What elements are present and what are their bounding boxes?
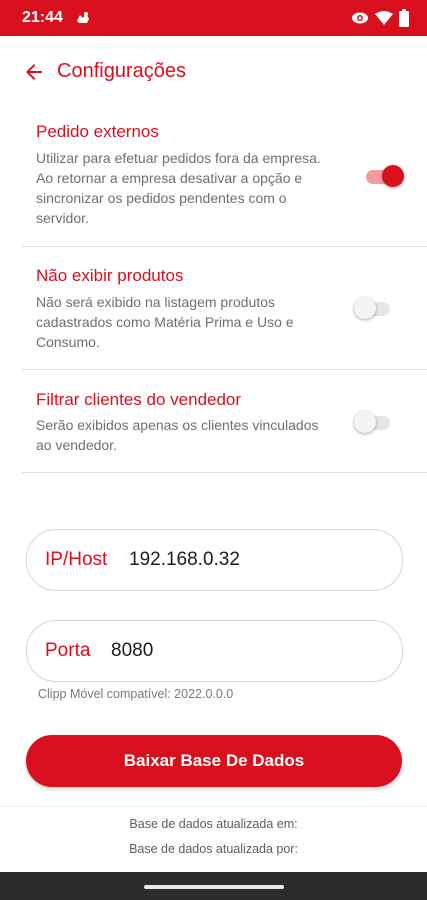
nao-exibir-produtos-toggle[interactable] bbox=[354, 296, 394, 320]
eye-icon bbox=[351, 11, 369, 30]
android-notification-icon bbox=[74, 9, 92, 27]
status-bar: 21:44 bbox=[0, 0, 427, 36]
ip-host-value[interactable]: 192.168.0.32 bbox=[129, 549, 240, 571]
setting-filtrar-clientes: Filtrar clientes do vendedor Serão exibi… bbox=[22, 390, 427, 473]
home-gesture-handle[interactable] bbox=[144, 885, 284, 889]
download-database-button[interactable]: Baixar Base De Dados bbox=[26, 735, 402, 787]
navigation-bar bbox=[0, 872, 427, 900]
porta-label: Porta bbox=[45, 640, 91, 661]
status-icons bbox=[351, 9, 409, 32]
battery-icon bbox=[399, 9, 409, 32]
toggle-thumb bbox=[354, 297, 376, 319]
setting-description: Utilizar para efetuar pedidos fora da em… bbox=[36, 150, 321, 226]
filtrar-clientes-toggle[interactable] bbox=[354, 410, 394, 434]
ip-host-label: IP/Host bbox=[45, 549, 108, 570]
wifi-icon bbox=[375, 11, 393, 30]
toggle-thumb bbox=[354, 411, 376, 433]
compat-version-text: Clipp Móvel compatível: 2022.0.0.0 bbox=[38, 687, 234, 701]
back-arrow-icon[interactable] bbox=[22, 60, 46, 84]
setting-description: Não será exibido na listagem produtos ca… bbox=[36, 294, 294, 350]
setting-pedido-externos: Pedido externos Utilizar para efetuar pe… bbox=[22, 122, 427, 247]
divider bbox=[0, 806, 427, 807]
updated-by-text: Base de dados atualizada por: bbox=[129, 842, 298, 856]
updated-at-text: Base de dados atualizada em: bbox=[129, 817, 298, 831]
setting-nao-exibir-produtos: Não exibir produtos Não será exibido na … bbox=[22, 266, 427, 370]
toggle-thumb bbox=[382, 165, 404, 187]
setting-title: Pedido externos bbox=[36, 122, 159, 141]
ip-host-field[interactable]: IP/Host 192.168.0.32 bbox=[26, 529, 403, 591]
setting-title: Não exibir produtos bbox=[36, 266, 184, 285]
porta-value[interactable]: 8080 bbox=[111, 640, 153, 662]
page-title: Configurações bbox=[57, 60, 186, 82]
pedido-externos-toggle[interactable] bbox=[364, 164, 404, 188]
porta-field[interactable]: Porta 8080 bbox=[26, 620, 403, 682]
status-time: 21:44 bbox=[22, 9, 63, 26]
setting-title: Filtrar clientes do vendedor bbox=[36, 390, 242, 409]
setting-description: Serão exibidos apenas os clientes vincul… bbox=[36, 417, 319, 453]
app-bar: Configurações bbox=[0, 36, 427, 108]
